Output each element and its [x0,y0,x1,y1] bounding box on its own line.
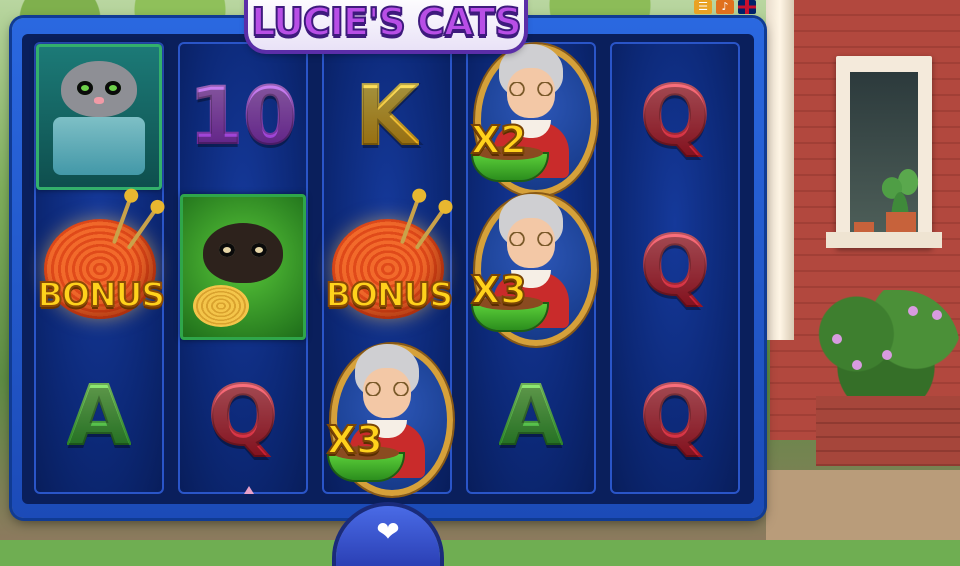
symbol-granny: X3 [322,342,453,496]
reel-1: BONUS A [34,42,166,494]
flower [852,360,862,370]
symbol-bonus: BONUS [34,192,166,342]
brick-planter [816,396,960,466]
symbol-grey-cat [34,42,164,192]
reels-frame: BONUS A 10 Q K BONUS X3 X2 X3 A Q Q Q [12,18,764,518]
card-q: Q [207,369,279,464]
house-window [826,56,942,248]
symbol-card: A [466,342,596,492]
card-10: 10 [188,72,299,162]
granny-icon: X2 [467,42,597,196]
symbol-bonus: BONUS [322,192,454,342]
bonus-yarn-icon: BONUS [324,197,454,337]
window-pane [850,72,920,238]
paw-icon: ❤ [376,515,400,548]
multiplier-label: X3 [326,417,384,463]
card-a: A [66,369,131,464]
card-k: K [354,69,420,164]
reel-2: 10 Q [178,42,308,494]
cat-head [203,223,283,283]
grey-cat-fishbowl-icon [36,44,162,190]
card-a: A [498,369,563,464]
granny-icon: X3 [323,342,453,496]
bonus-yarn-icon: BONUS [36,197,166,337]
card-q: Q [639,369,711,464]
symbol-card: 10 [178,42,308,192]
game-logo: LUCIE'S CATS [248,0,524,50]
symbol-card: Q [610,42,740,192]
logo-text: LUCIE'S CATS [250,0,523,45]
uk-flag-icon[interactable] [738,0,756,14]
granny-icon: X3 [467,192,597,346]
reels-area: BONUS A 10 Q K BONUS X3 X2 X3 A Q Q Q [22,34,754,504]
fishbowl [53,117,145,175]
flower [932,310,942,320]
reel-5: Q Q Q [610,42,740,494]
symbol-card: A [34,342,164,492]
potted-plant [880,158,920,218]
sound-icon[interactable]: ♪ [716,0,734,14]
card-q: Q [639,219,711,314]
yarn-ball-small [193,285,249,327]
flower-bush [812,290,960,400]
house-column [766,0,794,340]
menu-icon[interactable]: ☰ [694,0,712,14]
black-cat-yarn-icon [180,194,306,340]
symbol-card: Q [610,342,740,492]
flower [908,306,918,316]
multiplier-label: X2 [470,117,528,163]
symbol-black-cat [178,192,308,342]
window-sill [826,232,942,248]
bonus-label: BONUS [37,274,166,315]
symbol-card: K [322,42,452,192]
symbol-card: Q [610,192,740,342]
flower [882,350,892,360]
symbol-granny: X3 [466,192,597,346]
top-icons: ☰ ♪ [694,0,756,16]
bonus-label: BONUS [325,274,454,315]
reel-3: K BONUS X3 [322,42,454,496]
arrow-up-icon [244,486,254,494]
symbol-card: Q [178,342,308,492]
reel-4: X2 X3 A [466,42,597,494]
card-q: Q [639,69,711,164]
flower [832,334,842,344]
multiplier-label: X3 [470,267,528,313]
symbol-granny: X2 [466,42,597,196]
garden-path [766,470,960,540]
cat-head [61,61,137,117]
